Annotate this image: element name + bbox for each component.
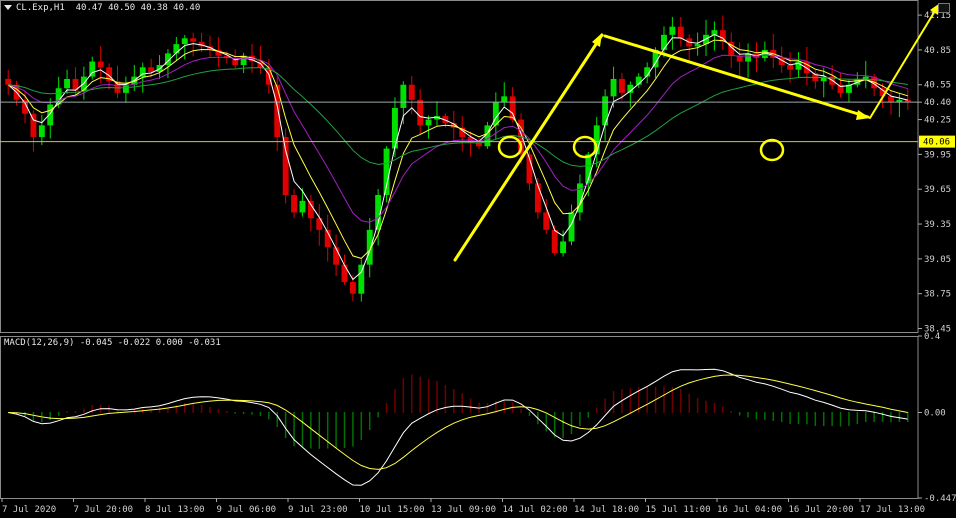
candle-body bbox=[291, 195, 297, 213]
candle-body bbox=[299, 200, 306, 213]
window-toggle-icon[interactable] bbox=[938, 3, 950, 13]
candle-body bbox=[181, 38, 188, 45]
main-plot-frame bbox=[0, 0, 919, 333]
annotation-circle[interactable] bbox=[759, 138, 785, 162]
annotation-circle[interactable] bbox=[572, 135, 598, 159]
candle-body bbox=[392, 107, 398, 149]
candle-body bbox=[602, 96, 609, 126]
price-tick-label: 39.65 bbox=[924, 185, 951, 195]
price-tick-label: 39.95 bbox=[924, 150, 951, 160]
candle-body bbox=[341, 264, 348, 283]
candle-body bbox=[38, 125, 45, 137]
price-tick-label: 40.40 bbox=[924, 98, 951, 108]
ohlc-readout: 40.47 40.50 40.38 40.40 bbox=[75, 3, 201, 13]
dropdown-arrow-icon[interactable] bbox=[4, 5, 12, 10]
candle-body bbox=[787, 65, 794, 70]
price-tick-label: 40.55 bbox=[924, 81, 951, 91]
annotation-circle[interactable] bbox=[497, 135, 523, 159]
macd-line bbox=[8, 368, 908, 486]
candle-body bbox=[661, 34, 667, 50]
candle-body bbox=[5, 78, 12, 85]
candle-body bbox=[307, 200, 314, 219]
candle-body bbox=[417, 99, 424, 126]
arrowhead-icon bbox=[856, 110, 870, 120]
candle-body bbox=[862, 76, 869, 79]
macd-signal-line bbox=[8, 374, 908, 470]
time-tick-label: 9 Jul 23:00 bbox=[288, 505, 348, 515]
candle-body bbox=[610, 78, 617, 97]
macd-tick-label: -0.447 bbox=[924, 494, 956, 504]
time-tick-label: 7 Jul 2020 bbox=[2, 505, 56, 515]
candle-body bbox=[274, 84, 281, 137]
candle-body bbox=[534, 183, 541, 213]
price-tick-label: 38.75 bbox=[924, 290, 951, 300]
candle-body bbox=[425, 119, 432, 126]
candle-body bbox=[97, 61, 104, 68]
annotation-arrow[interactable] bbox=[453, 33, 604, 262]
price-tick-label: 40.25 bbox=[924, 116, 951, 126]
candle-body bbox=[501, 96, 508, 103]
candle-body bbox=[190, 38, 197, 42]
candle-body bbox=[694, 44, 701, 47]
time-tick-label: 17 Jul 13:00 bbox=[860, 505, 925, 515]
price-tick-label: 39.35 bbox=[924, 220, 951, 230]
candle-body bbox=[173, 44, 180, 54]
time-tick-label: 14 Jul 18:00 bbox=[574, 505, 639, 515]
time-tick-label: 16 Jul 20:00 bbox=[789, 505, 854, 515]
macd-plot-frame bbox=[0, 336, 919, 499]
candle-body bbox=[408, 84, 415, 100]
candle-body bbox=[560, 241, 567, 254]
candle-body bbox=[89, 61, 96, 77]
candle-body bbox=[551, 229, 558, 254]
candle-body bbox=[383, 148, 390, 196]
chart-canvas[interactable]: 41.1540.8540.5540.4040.2539.9539.6539.35… bbox=[0, 0, 956, 518]
candle-body bbox=[509, 96, 516, 120]
candle-body bbox=[400, 84, 407, 108]
candle-body bbox=[64, 78, 70, 89]
price-tick-label: 39.05 bbox=[924, 255, 951, 265]
arrowhead-icon bbox=[592, 33, 602, 47]
time-tick-label: 15 Jul 11:00 bbox=[646, 505, 711, 515]
level-tag-label: 40.06 bbox=[923, 138, 950, 148]
time-tick-label: 8 Jul 13:00 bbox=[145, 505, 205, 515]
candle-body bbox=[333, 247, 340, 265]
candle-body bbox=[282, 136, 289, 196]
candle-body bbox=[543, 212, 550, 230]
time-tick-label: 16 Jul 04:00 bbox=[717, 505, 782, 515]
symbol-label: CL.Exp,H1 bbox=[16, 3, 65, 13]
main-chart-title: CL.Exp,H1 40.47 40.50 40.38 40.40 bbox=[4, 3, 200, 13]
candle-body bbox=[148, 67, 155, 72]
candle-body bbox=[888, 96, 894, 103]
time-tick-label: 7 Jul 20:00 bbox=[74, 505, 134, 515]
time-tick-label: 10 Jul 15:00 bbox=[360, 505, 425, 515]
candle-body bbox=[349, 282, 356, 294]
time-tick-label: 13 Jul 09:00 bbox=[431, 505, 496, 515]
macd-tick-label: 0.4 bbox=[924, 332, 940, 342]
price-tick-label: 40.85 bbox=[924, 46, 951, 56]
candle-body bbox=[30, 113, 37, 137]
time-tick-label: 14 Jul 02:00 bbox=[503, 505, 568, 515]
macd-title: MACD(12,26,9) -0.045 -0.022 0.000 -0.031 bbox=[4, 338, 221, 348]
chart-window[interactable]: 41.15 40.85 40.55 40.40 40.25 39.95 39.65 39.35… bbox=[0, 0, 956, 518]
candle-body bbox=[669, 26, 676, 35]
time-tick-label: 9 Jul 06:00 bbox=[217, 505, 277, 515]
candle-body bbox=[619, 78, 625, 93]
candle-body bbox=[47, 104, 54, 126]
macd-tick-label: 0.00 bbox=[924, 409, 946, 419]
candle-body bbox=[677, 26, 684, 39]
candle-body bbox=[358, 264, 365, 294]
